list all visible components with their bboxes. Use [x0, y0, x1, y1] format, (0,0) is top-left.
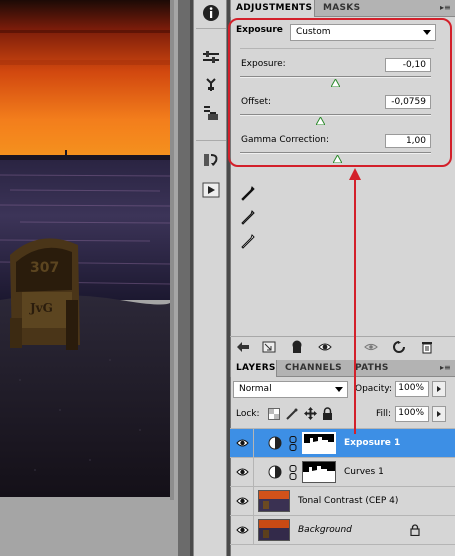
lock-position-icon[interactable]: [304, 407, 317, 423]
history-icon[interactable]: [201, 150, 221, 170]
actions-icon[interactable]: [201, 180, 221, 200]
dock-separator: [196, 28, 226, 29]
eye-icon: [236, 497, 249, 505]
opacity-label: Opacity:: [355, 384, 392, 394]
black-point-eyedropper-icon[interactable]: [241, 186, 255, 205]
layer-mask-thumbnail[interactable]: [302, 432, 336, 454]
layer-name[interactable]: Curves 1: [344, 467, 384, 477]
visibility-toggle[interactable]: [230, 516, 254, 545]
chevron-down-icon: [335, 387, 343, 392]
eye-icon: [236, 439, 249, 447]
curves-adjustment-icon: [268, 465, 282, 479]
panel-icon-dock-inner: [193, 0, 227, 556]
blend-mode-dropdown[interactable]: Normal: [233, 381, 348, 398]
layers-tab-bar: LAYERS CHANNELS PATHS ▸≡: [230, 360, 455, 377]
layer-mask-thumbnail[interactable]: [302, 461, 336, 483]
opacity-slider-toggle[interactable]: [432, 381, 446, 397]
clip-to-layer-icon[interactable]: [290, 340, 304, 354]
tab-adjustments[interactable]: ADJUSTMENTS: [230, 0, 315, 17]
layer-row-background[interactable]: Background: [230, 515, 455, 545]
fill-label: Fill:: [376, 409, 392, 419]
adjustments-tab-bar: ADJUSTMENTS MASKS ▸≡: [230, 0, 455, 17]
panel-menu-icon[interactable]: ▸≡: [440, 363, 452, 373]
visibility-toggle[interactable]: [230, 458, 254, 487]
chevron-right-icon: [437, 386, 441, 392]
view-previous-icon[interactable]: [364, 340, 378, 354]
info-icon[interactable]: [201, 3, 221, 23]
tab-masks[interactable]: MASKS: [318, 0, 366, 17]
layers-bottom-divider: [230, 544, 455, 545]
chevron-right-icon: [437, 411, 441, 417]
layer-thumbnail[interactable]: [258, 519, 290, 541]
fill-slider-toggle[interactable]: [432, 406, 446, 422]
eye-icon: [236, 526, 249, 534]
expanded-view-icon[interactable]: [262, 340, 276, 354]
levels-icon[interactable]: [201, 47, 221, 67]
dock-separator: [196, 140, 226, 141]
blend-mode-value: Normal: [239, 384, 272, 394]
white-point-eyedropper-icon[interactable]: [241, 234, 255, 253]
adjustments-footer: [230, 336, 455, 356]
lock-all-icon[interactable]: [322, 407, 333, 423]
tab-paths[interactable]: PATHS: [350, 360, 396, 377]
layer-row-exposure-1[interactable]: Exposure 1: [230, 428, 455, 458]
opacity-field[interactable]: 100%: [395, 381, 429, 397]
svg-text:307: 307: [30, 260, 59, 276]
channel-mixer-icon[interactable]: [201, 103, 221, 123]
fill-field[interactable]: 100%: [395, 406, 429, 422]
visibility-toggle[interactable]: [230, 487, 254, 516]
lock-transparent-pixels-icon[interactable]: [268, 408, 280, 423]
gray-point-eyedropper-icon[interactable]: [241, 210, 255, 229]
layer-name[interactable]: Exposure 1: [344, 438, 400, 448]
lock-icon: [410, 524, 420, 536]
brightness-icon[interactable]: [201, 75, 221, 95]
tab-layers[interactable]: LAYERS: [230, 360, 277, 377]
layer-row-tonal-contrast[interactable]: Tonal Contrast (CEP 4): [230, 486, 455, 516]
sunset-beach-photo[interactable]: 307 JvG: [0, 0, 170, 497]
panel-menu-icon[interactable]: ▸≡: [440, 3, 452, 13]
delete-icon[interactable]: [420, 340, 434, 354]
tab-channels[interactable]: CHANNELS: [280, 360, 346, 377]
layer-row-curves-1[interactable]: Curves 1: [230, 457, 455, 487]
layer-name[interactable]: Background: [298, 525, 352, 535]
eye-icon: [236, 468, 249, 476]
layer-name[interactable]: Tonal Contrast (CEP 4): [298, 496, 398, 506]
back-icon[interactable]: [236, 340, 250, 354]
svg-text:JvG: JvG: [29, 301, 53, 315]
canvas-shadow: [170, 0, 174, 500]
chain-link-icon[interactable]: [288, 436, 298, 451]
document-canvas-area: 307 JvG: [0, 0, 178, 556]
visibility-toggle[interactable]: [230, 429, 254, 458]
layer-thumbnail[interactable]: [258, 490, 290, 512]
chain-link-icon[interactable]: [288, 465, 298, 480]
lock-image-pixels-icon[interactable]: [286, 408, 298, 423]
highlight-outline: [228, 18, 452, 167]
visibility-icon[interactable]: [318, 340, 332, 354]
panel-icon-dock: [190, 0, 230, 556]
exposure-adjustment-icon: [268, 436, 282, 450]
reset-icon[interactable]: [392, 340, 406, 354]
lock-label: Lock:: [236, 409, 260, 419]
